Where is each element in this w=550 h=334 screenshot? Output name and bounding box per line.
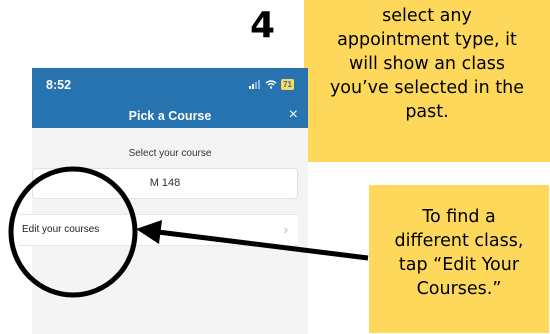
callout-line: select any: [382, 6, 472, 26]
callout-line: different class,: [394, 231, 524, 251]
course-option[interactable]: M 148: [32, 168, 298, 199]
status-icons: 71: [249, 79, 294, 90]
callout-line: you’ve selected in the: [329, 78, 525, 98]
page-title: Pick a Course: [128, 109, 212, 123]
instruction-callout-top: select any appointment type, it will sho…: [304, 0, 550, 162]
battery-icon: 71: [281, 79, 294, 90]
edit-courses-button[interactable]: Edit your courses ›: [18, 214, 298, 246]
callout-line: appointment type, it: [337, 30, 517, 50]
phone-screenshot: 8:52 71 Pick a Course × Select your cour…: [18, 68, 308, 334]
callout-line: Courses.”: [416, 279, 502, 299]
callout-line: will show an class: [348, 54, 506, 74]
callout-line: To find a: [422, 207, 496, 227]
instruction-callout-bottom: To find a different class, tap “Edit You…: [369, 185, 549, 333]
edit-courses-label: Edit your courses: [22, 224, 100, 235]
status-time: 8:52: [46, 78, 72, 92]
signal-icon: [249, 80, 261, 89]
chevron-right-icon: ›: [283, 221, 288, 237]
status-bar: 8:52 71: [32, 68, 308, 104]
callout-line: tap “Edit Your: [398, 255, 520, 275]
step-number: 4: [250, 5, 276, 46]
header-bar: Pick a Course ×: [32, 104, 308, 128]
close-icon[interactable]: ×: [289, 106, 298, 124]
wifi-icon: [265, 80, 277, 89]
section-label: Select your course: [128, 148, 212, 159]
callout-line: past.: [405, 102, 449, 122]
